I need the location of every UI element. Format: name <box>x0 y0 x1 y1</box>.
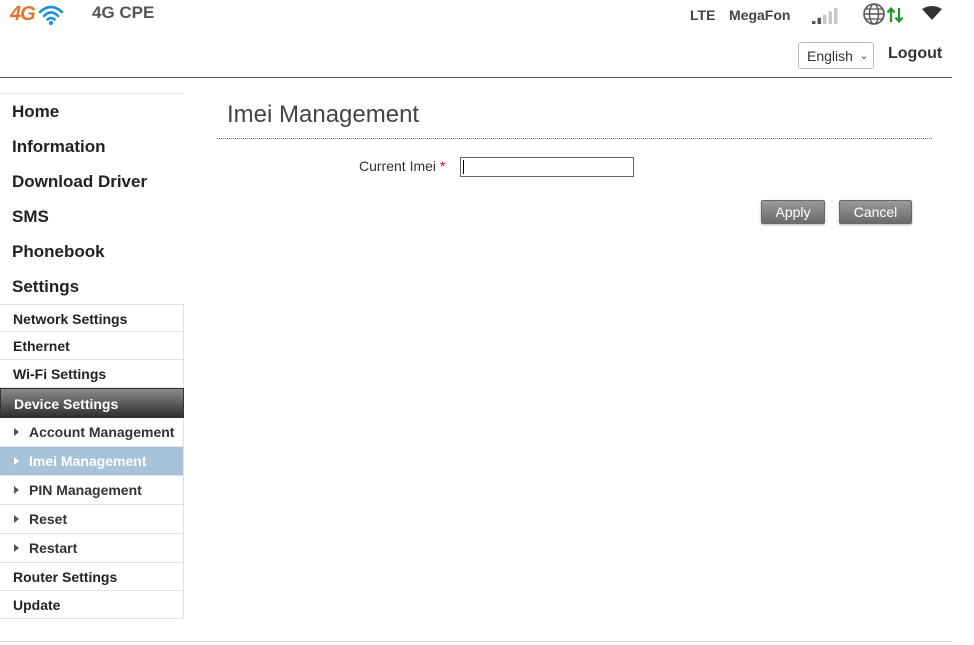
footer-divider <box>0 641 952 642</box>
logout-button[interactable]: Logout <box>888 45 942 63</box>
globe-icon <box>863 3 885 25</box>
nav-pin-management[interactable]: PIN Management <box>0 476 184 505</box>
chevron-down-icon: ⌄ <box>859 50 869 62</box>
nav-imei-management-label: Imei Management <box>29 453 147 469</box>
nav-wifi-settings[interactable]: Wi-Fi Settings <box>0 360 184 388</box>
caret-right-icon <box>14 457 19 465</box>
nav-network-settings[interactable]: Network Settings <box>0 304 184 332</box>
text-cursor <box>463 160 464 174</box>
nav-settings[interactable]: Settings <box>0 269 184 304</box>
header-divider <box>0 77 952 78</box>
logo: 4G <box>10 3 64 26</box>
nav-account-management[interactable]: Account Management <box>0 418 184 447</box>
nav-home[interactable]: Home <box>0 94 184 129</box>
nav-reset[interactable]: Reset <box>0 505 184 534</box>
nav-sms[interactable]: SMS <box>0 199 184 234</box>
signal-bar <box>834 8 838 24</box>
nav-information[interactable]: Information <box>0 129 184 164</box>
nav-imei-management[interactable]: Imei Management <box>0 447 184 476</box>
nav-device-settings[interactable]: Device Settings <box>0 388 184 418</box>
title-divider <box>217 138 932 139</box>
nav-account-management-label: Account Management <box>29 424 175 440</box>
cancel-button[interactable]: Cancel <box>839 200 912 224</box>
current-imei-label-text: Current Imei <box>359 158 437 174</box>
nav-router-settings[interactable]: Router Settings <box>0 563 184 591</box>
network-type: LTE <box>690 7 716 23</box>
caret-right-icon <box>14 486 19 494</box>
nav-restart[interactable]: Restart <box>0 534 184 563</box>
nav-phonebook[interactable]: Phonebook <box>0 234 184 269</box>
wifi-logo-icon <box>38 5 63 25</box>
data-transfer-icon <box>886 6 904 24</box>
signal-strength-icon <box>812 8 838 24</box>
required-mark: * <box>440 158 446 174</box>
sidebar: Home Information Download Driver SMS Pho… <box>0 93 184 619</box>
nav-restart-label: Restart <box>29 540 78 556</box>
signal-bar <box>812 21 816 24</box>
signal-bar <box>823 14 827 24</box>
nav-update[interactable]: Update <box>0 591 184 619</box>
apply-button[interactable]: Apply <box>761 200 825 224</box>
nav-ethernet[interactable]: Ethernet <box>0 332 184 360</box>
nav-pin-management-label: PIN Management <box>29 482 142 498</box>
wifi-status-icon <box>922 6 942 20</box>
product-name: 4G CPE <box>92 3 155 22</box>
language-select-value: English <box>807 47 853 64</box>
signal-bar <box>817 17 821 24</box>
nav-download-driver[interactable]: Download Driver <box>0 164 184 199</box>
nav-reset-label: Reset <box>29 511 68 527</box>
caret-right-icon <box>14 515 19 523</box>
language-select[interactable]: English ⌄ <box>798 42 874 69</box>
signal-bar <box>828 11 832 24</box>
page-title: Imei Management <box>227 101 420 128</box>
operator-name: MegaFon <box>729 7 791 23</box>
current-imei-input[interactable] <box>460 157 634 177</box>
current-imei-label: Current Imei * <box>359 158 445 174</box>
caret-right-icon <box>14 544 19 552</box>
header: 4G 4G CPE LTE MegaFon English ⌄ Logout <box>0 0 974 78</box>
logo-text: 4G <box>10 3 36 25</box>
caret-right-icon <box>14 428 19 436</box>
